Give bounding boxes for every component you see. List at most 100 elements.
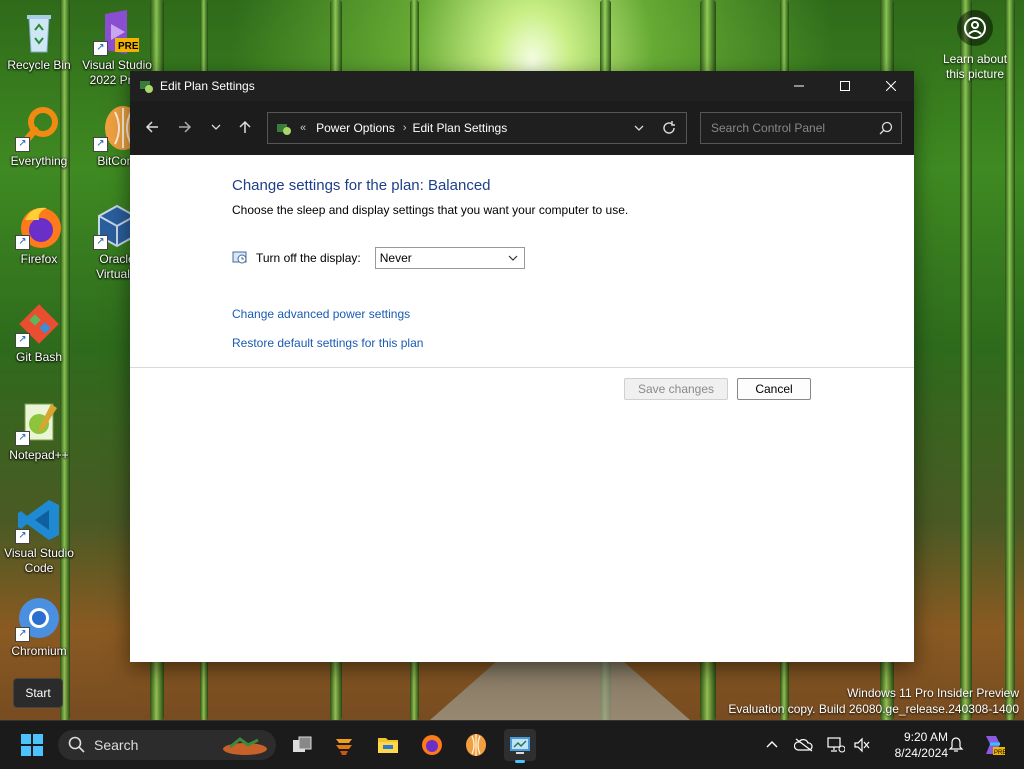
turn-off-display-label: Turn off the display: — [256, 251, 361, 265]
visual-studio-icon: PRE ↗ — [93, 8, 141, 56]
firefox-icon: ↗ — [15, 202, 63, 250]
edit-plan-settings-window: Edit Plan Settings « Power Options › Edi… — [130, 71, 914, 662]
taskbar-search[interactable]: Search — [58, 730, 276, 760]
page-description: Choose the sleep and display settings th… — [232, 203, 629, 217]
shortcut-arrow-icon: ↗ — [93, 137, 108, 152]
save-changes-button[interactable]: Save changes — [624, 378, 728, 400]
start-tooltip: Start — [13, 678, 63, 708]
desktop-icon-recycle-bin[interactable]: Recycle Bin — [1, 8, 77, 73]
breadcrumb-overflow[interactable]: « — [300, 122, 306, 134]
shortcut-arrow-icon: ↗ — [15, 431, 30, 446]
chromium-icon: ↗ — [15, 594, 63, 642]
back-button[interactable] — [140, 115, 164, 139]
desktop-icon-everything[interactable]: ↗ Everything — [1, 104, 77, 169]
volume-button[interactable] — [850, 729, 874, 761]
turn-off-display-select[interactable]: Never — [374, 247, 525, 269]
everything-icon: ↗ — [15, 104, 63, 152]
learn-about-picture[interactable]: Learn about this picture — [932, 10, 1018, 82]
taskbar-app-control-panel[interactable] — [504, 729, 536, 763]
windows-logo-icon — [21, 734, 43, 756]
recent-locations-button[interactable] — [204, 115, 228, 139]
refresh-button[interactable] — [652, 113, 686, 143]
chevron-down-icon — [211, 124, 221, 130]
power-options-icon — [277, 124, 291, 135]
chevron-down-icon — [508, 255, 518, 261]
arrow-up-icon — [239, 120, 251, 133]
task-view-icon — [293, 736, 312, 752]
bitcomet-icon — [466, 734, 486, 756]
cancel-button[interactable]: Cancel — [737, 378, 811, 400]
breadcrumb-edit-plan-settings[interactable]: Edit Plan Settings — [413, 121, 508, 135]
taskbar-app-file-explorer[interactable] — [372, 729, 404, 761]
git-bash-icon: ↗ — [15, 300, 63, 348]
svg-text:PRE: PRE — [994, 750, 1006, 756]
arrow-right-icon — [179, 121, 192, 133]
camera-info-icon — [957, 10, 993, 46]
maximize-button[interactable] — [822, 71, 868, 101]
shortcut-arrow-icon: ↗ — [15, 529, 30, 544]
desktop-icon-chromium[interactable]: ↗ Chromium — [1, 594, 77, 659]
shortcut-arrow-icon: ↗ — [93, 235, 108, 250]
onedrive-button[interactable] — [792, 729, 816, 761]
close-button[interactable] — [868, 71, 914, 101]
pre-badge: PRE — [118, 41, 139, 52]
desktop-icon-vscode[interactable]: ↗ Visual Studio Code — [1, 496, 77, 576]
recycle-bin-icon — [15, 8, 63, 56]
search-input[interactable] — [709, 120, 873, 136]
window-title: Edit Plan Settings — [160, 79, 255, 93]
up-button[interactable] — [233, 115, 257, 139]
title-bar[interactable]: Edit Plan Settings — [130, 71, 914, 101]
minimize-button[interactable] — [776, 71, 822, 101]
restore-default-settings-link[interactable]: Restore default settings for this plan — [232, 336, 423, 350]
page-heading: Change settings for the plan: Balanced — [232, 177, 491, 194]
turn-off-display-row: Turn off the display: Never — [232, 247, 525, 269]
taskbar: Search 9:20 AM 8/24/2024 PRE — [0, 720, 1024, 769]
arrow-left-icon — [145, 121, 158, 133]
address-bar[interactable]: « Power Options › Edit Plan Settings — [267, 112, 687, 144]
shortcut-arrow-icon: ↗ — [15, 137, 30, 152]
address-dropdown-button[interactable] — [626, 113, 652, 143]
close-icon — [886, 81, 896, 91]
copilot-icon: PRE — [986, 736, 1006, 756]
control-panel-icon — [510, 737, 530, 754]
copilot-button[interactable]: PRE — [978, 729, 1008, 761]
taskbar-app-everything[interactable] — [328, 729, 360, 761]
divider — [130, 367, 914, 368]
desktop-icon-notepad-plus-plus[interactable]: ↗ Notepad++ — [1, 398, 77, 463]
show-hidden-icons-button[interactable] — [760, 729, 784, 761]
minimize-icon — [794, 85, 804, 87]
navigation-bar: « Power Options › Edit Plan Settings — [130, 101, 914, 155]
taskbar-app-bitcomet[interactable] — [460, 729, 492, 761]
windows-watermark: Windows 11 Pro Insider Preview Evaluatio… — [728, 686, 1019, 716]
shortcut-arrow-icon: ↗ — [15, 627, 30, 642]
breadcrumb-power-options[interactable]: Power Options — [316, 121, 395, 135]
search-control-panel[interactable] — [700, 112, 902, 144]
start-button[interactable] — [16, 729, 48, 761]
network-icon — [827, 737, 845, 753]
desktop-icon-git-bash[interactable]: ↗ Git Bash — [1, 300, 77, 365]
content-area: Change settings for the plan: Balanced C… — [130, 155, 914, 662]
desktop-icon-firefox[interactable]: ↗ Firefox — [1, 202, 77, 267]
chevron-down-icon — [634, 125, 644, 131]
stack-icon — [336, 739, 352, 755]
volume-muted-icon — [854, 737, 870, 753]
firefox-icon — [422, 735, 442, 755]
notifications-button[interactable] — [944, 729, 968, 761]
folder-icon — [378, 738, 398, 753]
vscode-icon: ↗ — [15, 496, 63, 544]
cloud-offline-icon — [794, 738, 813, 752]
maximize-icon — [840, 81, 850, 91]
refresh-icon — [663, 121, 675, 134]
taskbar-app-firefox[interactable] — [416, 729, 448, 761]
search-icon — [879, 121, 893, 135]
breadcrumb-chevron-icon: › — [402, 122, 407, 134]
change-advanced-power-settings-link[interactable]: Change advanced power settings — [232, 307, 410, 321]
task-view-button[interactable] — [286, 729, 318, 761]
clock[interactable]: 9:20 AM 8/24/2024 — [878, 729, 948, 761]
chevron-up-icon — [766, 741, 778, 748]
network-button[interactable] — [824, 729, 848, 761]
monitor-clock-icon — [232, 251, 247, 264]
shortcut-arrow-icon: ↗ — [15, 235, 30, 250]
forward-button[interactable] — [173, 115, 197, 139]
search-highlight-icon — [223, 737, 267, 755]
